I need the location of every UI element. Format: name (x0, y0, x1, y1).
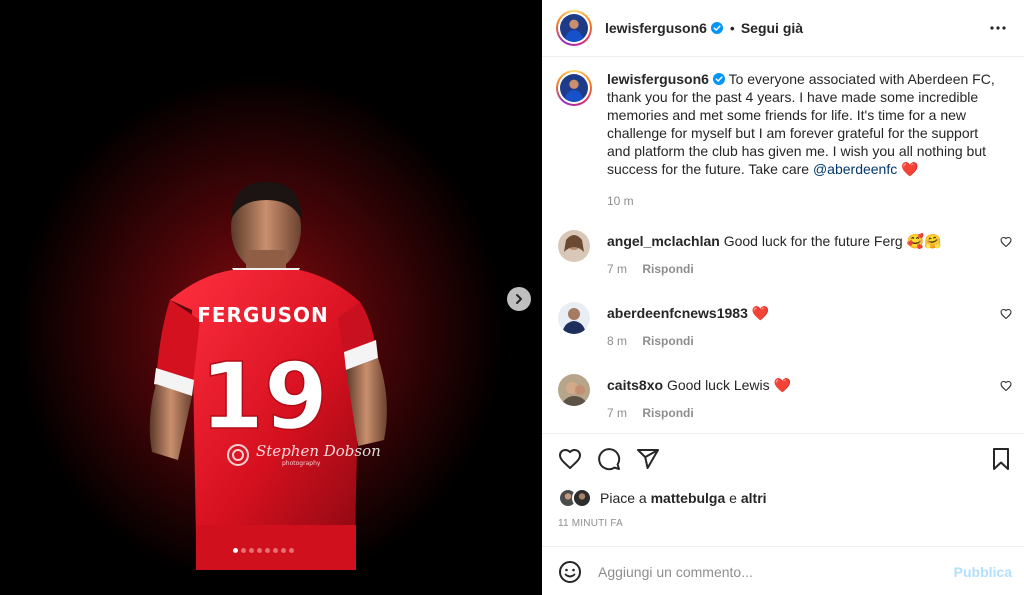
carousel-dot (233, 548, 238, 553)
shirt-name: FERGUSON (197, 303, 329, 327)
liker-avatar[interactable] (572, 488, 592, 508)
verified-badge-icon (712, 73, 725, 85)
shirt-number: 19 (200, 343, 328, 450)
comment-icon[interactable] (597, 447, 621, 471)
like-comment-heart-icon[interactable] (1000, 236, 1012, 248)
carousel-dot (265, 548, 270, 553)
following-button[interactable]: Segui già (741, 20, 803, 36)
carousel-dot (289, 548, 294, 553)
more-options-icon[interactable] (988, 18, 1008, 38)
carousel-indicator (233, 548, 294, 553)
watermark: Stephen Dobson (256, 442, 381, 460)
comment-emoji: 🥰🤗 (906, 233, 942, 249)
reply-button[interactable]: Rispondi (642, 262, 693, 276)
caption-username[interactable]: lewisferguson6 (607, 71, 709, 87)
chevron-right-icon (516, 294, 522, 304)
post-header: lewisferguson6 • Segui già (542, 0, 1024, 57)
carousel-dot (257, 548, 262, 553)
comment-emoji: ❤️ (773, 377, 791, 393)
like-comment-heart-icon[interactable] (1000, 380, 1012, 392)
comment-time: 8 m (607, 334, 628, 348)
likes-user-link[interactable]: mattebulga (651, 490, 726, 506)
heart-icon[interactable] (558, 447, 582, 471)
comment-emoji: ❤️ (751, 305, 770, 321)
commenter-avatar[interactable] (558, 230, 590, 262)
caption-mention-link[interactable]: @aberdeenfc (813, 161, 897, 177)
emoji-icon[interactable] (558, 560, 582, 584)
caption-avatar-ring[interactable] (556, 70, 592, 106)
carousel-dot (281, 548, 286, 553)
carousel-dot (241, 548, 246, 553)
carousel-dot (249, 548, 254, 553)
next-slide-button[interactable] (507, 287, 531, 311)
post-media: FERGUSON 19 Stephen Dobson photography (0, 0, 542, 595)
reply-button[interactable]: Rispondi (642, 406, 693, 420)
avatar (560, 74, 588, 102)
author-avatar-ring[interactable] (556, 10, 592, 46)
bookmark-icon[interactable] (989, 447, 1013, 471)
author-username[interactable]: lewisferguson6 (605, 20, 707, 36)
likes-others-link[interactable]: altri (741, 490, 767, 506)
carousel-dot (273, 548, 278, 553)
header-separator: • (729, 20, 735, 36)
watermark-sub: photography (282, 460, 321, 467)
commenter-avatar[interactable] (558, 374, 590, 406)
caption-time: 10 m (607, 194, 634, 208)
post-photo: FERGUSON 19 Stephen Dobson photography (0, 0, 542, 570)
likes-summary: Piace a mattebulga e altri (558, 488, 767, 508)
add-comment-bar: Pubblica (542, 546, 1024, 595)
reply-button[interactable]: Rispondi (642, 334, 693, 348)
avatar (560, 14, 588, 42)
comment-time: 7 m (607, 406, 628, 420)
post-timestamp: 11 MINUTI FA (558, 518, 624, 529)
share-icon[interactable] (636, 447, 660, 471)
commenter-avatar[interactable] (558, 302, 590, 334)
publish-button[interactable]: Pubblica (954, 564, 1012, 580)
likes-conjunction: e (729, 490, 737, 506)
comment-text: Good luck for the future Ferg (723, 233, 903, 249)
verified-badge-icon (710, 22, 723, 34)
post-caption: lewisferguson6 To everyone associated wi… (556, 70, 1016, 210)
commenter-username[interactable]: aberdeenfcnews1983 (607, 305, 748, 321)
comment-text: Good luck Lewis (666, 377, 770, 393)
like-comment-heart-icon[interactable] (1000, 308, 1012, 320)
commenter-username[interactable]: caits8xo (607, 377, 663, 393)
post-panel: lewisferguson6 • Segui già lewisferguson… (542, 0, 1024, 595)
comment-input[interactable] (598, 563, 938, 580)
caption-emoji: ❤️ (901, 161, 919, 177)
commenter-username[interactable]: angel_mclachlan (607, 233, 720, 249)
comment-time: 7 m (607, 262, 628, 276)
post-actions: Piace a mattebulga e altri 11 MINUTI FA … (542, 433, 1024, 595)
likes-prefix: Piace a (600, 490, 647, 506)
